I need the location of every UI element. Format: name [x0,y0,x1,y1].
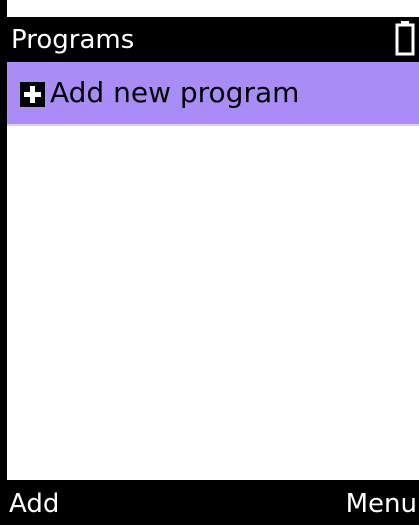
list-item-add-new-program[interactable]: Add new program [7,62,419,126]
title-bar: Programs [7,17,419,62]
add-softkey[interactable]: Add [9,487,59,521]
menu-softkey[interactable]: Menu [346,487,417,521]
top-margin [0,0,419,10]
page-title: Programs [11,25,135,55]
screen: Programs Add new program Add Menu [0,0,419,525]
softkey-bar: Add Menu [7,480,419,525]
plus-icon [20,82,45,107]
program-list: Add new program [7,62,419,480]
list-item-label: Add new program [50,76,300,109]
left-frame-edge [0,0,7,525]
battery-icon [395,20,415,56]
